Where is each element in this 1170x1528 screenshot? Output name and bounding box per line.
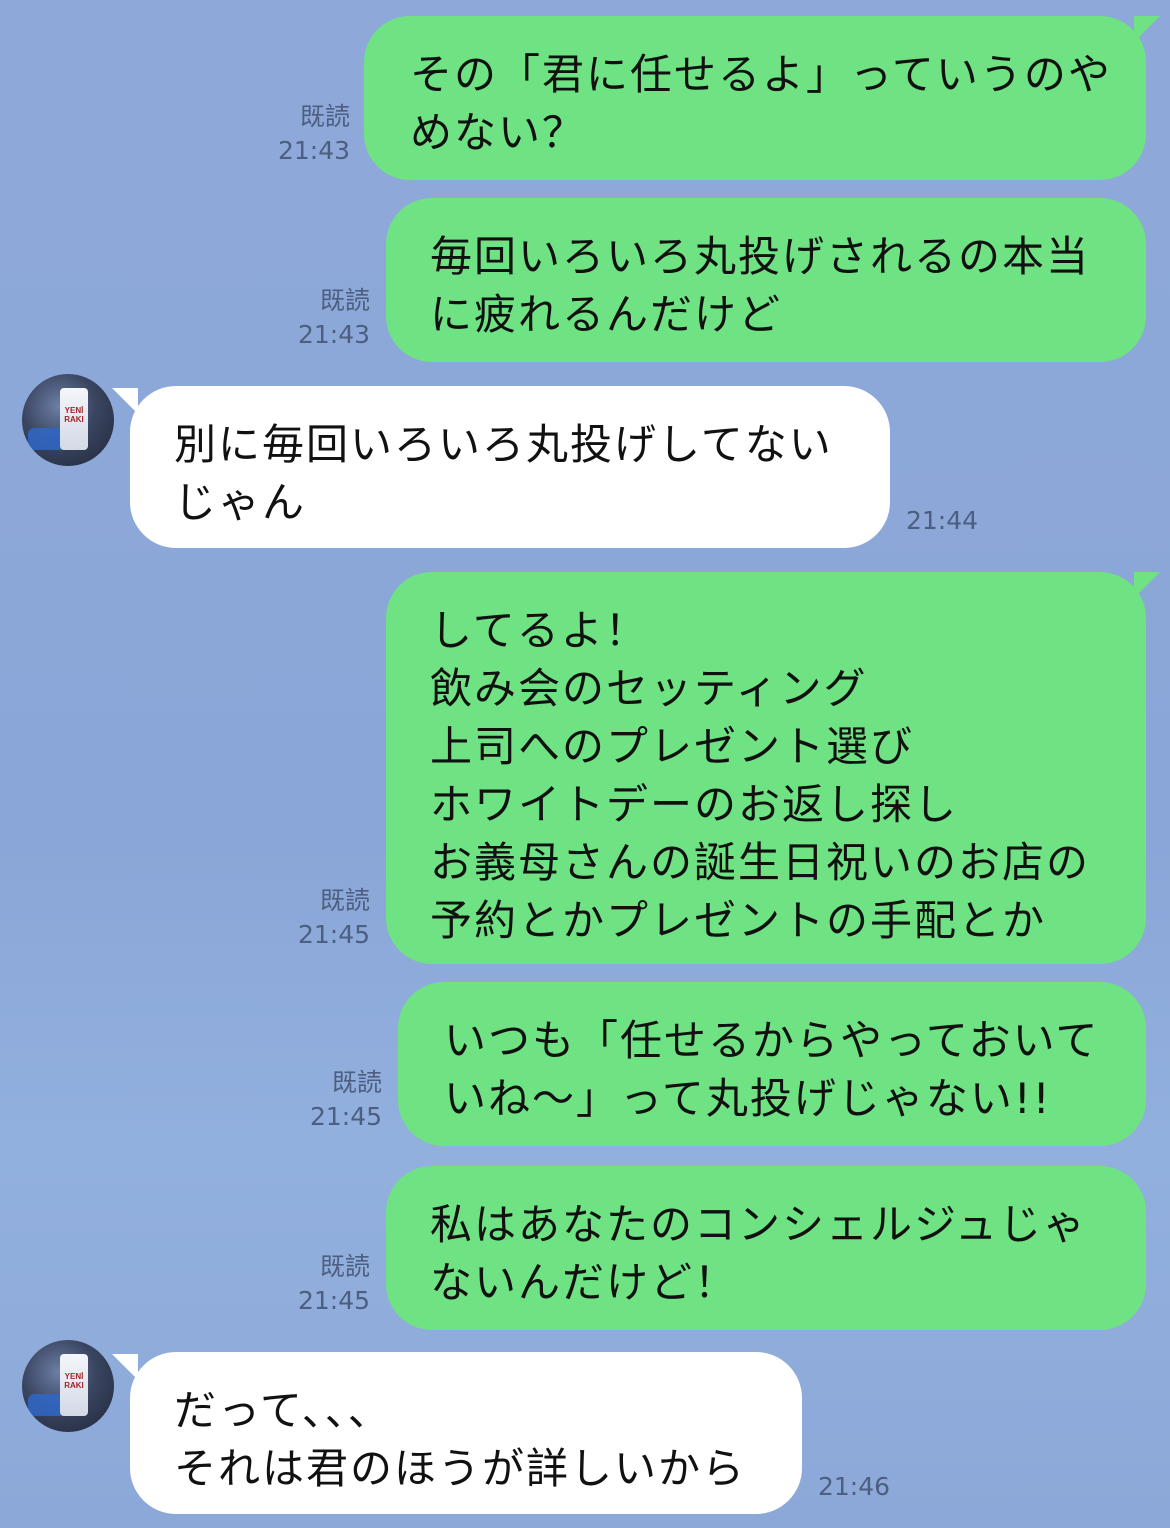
- avatar-logo-text: YENİ RAKI: [64, 1372, 84, 1390]
- outgoing-message-bubble[interactable]: してるよ！ 飲み会のセッティング 上司へのプレゼント選び ホワイトデーのお返し探…: [386, 572, 1146, 964]
- read-receipt: 既読: [319, 286, 370, 315]
- message-meta: 既読 21:45: [270, 1250, 370, 1318]
- message-meta: 既読 21:45: [282, 1066, 382, 1134]
- chat-area[interactable]: 既読 21:43 その「君に任せるよ」っていうのや めない？ 既読 21:43 …: [0, 0, 1170, 1528]
- read-receipt: 既読: [299, 102, 350, 131]
- bubble-tail: [1134, 572, 1160, 598]
- incoming-message-bubble[interactable]: 別に毎回いろいろ丸投げしてない じゃん: [130, 386, 890, 548]
- read-receipt: 既読: [319, 1252, 370, 1281]
- message-meta: 既読 21:43: [270, 284, 370, 352]
- outgoing-message-bubble[interactable]: 私はあなたのコンシェルジュじゃ ないんだけど！: [386, 1166, 1146, 1330]
- timestamp: 21:46: [818, 1472, 891, 1501]
- timestamp: 21:43: [297, 320, 370, 349]
- outgoing-message-bubble[interactable]: その「君に任せるよ」っていうのや めない？: [364, 16, 1146, 180]
- timestamp: 21:43: [277, 136, 350, 165]
- contact-avatar[interactable]: YENİ RAKI: [22, 374, 114, 466]
- avatar-logo-text: YENİ RAKI: [64, 406, 84, 424]
- timestamp: 21:45: [297, 1286, 370, 1315]
- contact-avatar[interactable]: YENİ RAKI: [22, 1340, 114, 1432]
- timestamp: 21:45: [297, 920, 370, 949]
- read-receipt: 既読: [331, 1068, 382, 1097]
- message-meta: 既読 21:43: [250, 100, 350, 168]
- outgoing-message-bubble[interactable]: 毎回いろいろ丸投げされるの本当 に疲れるんだけど: [386, 198, 1146, 362]
- message-meta: 既読 21:45: [270, 884, 370, 952]
- bubble-tail: [1134, 16, 1160, 42]
- outgoing-message-bubble[interactable]: いつも「任せるからやっておいて いね〜」って丸投げじゃない!!: [398, 982, 1146, 1146]
- read-receipt: 既読: [319, 886, 370, 915]
- timestamp: 21:45: [309, 1102, 382, 1131]
- timestamp: 21:44: [906, 506, 979, 535]
- incoming-message-bubble[interactable]: だって、、、 それは君のほうが詳しいから: [130, 1352, 802, 1514]
